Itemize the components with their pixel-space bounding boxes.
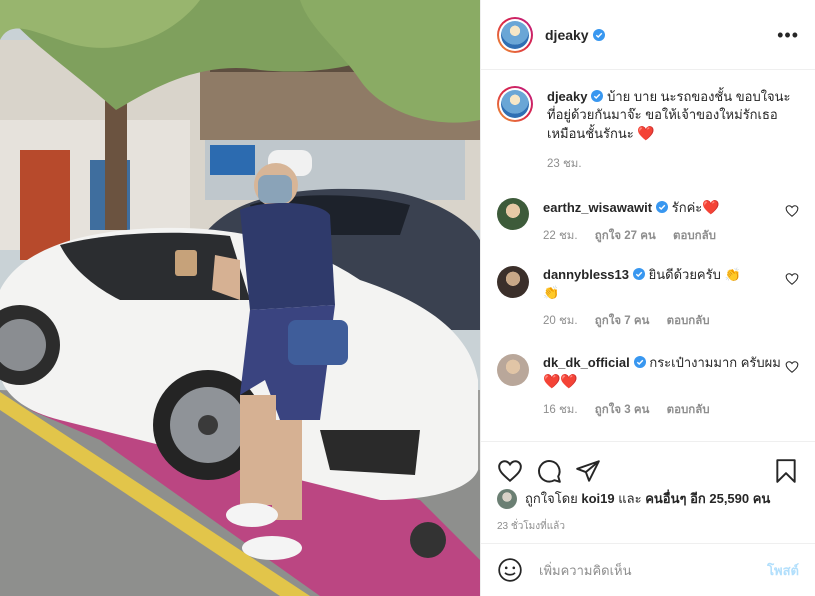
- add-comment-bar: เพิ่มความคิดเห็น โพสต์: [481, 543, 815, 596]
- verified-badge-icon: [656, 201, 669, 213]
- comment-text: กระเป๋างามมาก ครับผม: [649, 355, 781, 370]
- heart-icon[interactable]: [785, 360, 799, 374]
- commenter-avatar[interactable]: [497, 266, 529, 298]
- action-bar: [481, 441, 815, 489]
- author-avatar[interactable]: [497, 16, 533, 53]
- comment-emoji: 👏: [724, 267, 741, 282]
- caption: djeaky บ้าย บาย นะรถของชั้น ขอบใจนะที่อย…: [497, 86, 799, 173]
- post-timestamp[interactable]: 23 ชั่วโมงที่แล้ว: [497, 519, 565, 534]
- post-header: djeaky •••: [481, 0, 815, 70]
- post-comment-button[interactable]: โพสต์: [767, 560, 799, 581]
- share-icon[interactable]: [575, 458, 601, 484]
- reply-button[interactable]: ตอบกลับ: [673, 230, 716, 242]
- caption-emoji: ❤️: [637, 125, 655, 141]
- comment-time[interactable]: 16 ชม.: [543, 404, 578, 416]
- heart-icon[interactable]: [785, 272, 799, 286]
- comment-time[interactable]: 22 ชม.: [543, 230, 578, 242]
- bookmark-icon[interactable]: [773, 458, 799, 484]
- comment-text: ยินดีด้วยครับ: [648, 267, 721, 282]
- caption-avatar[interactable]: [497, 86, 533, 122]
- post-photo[interactable]: [0, 0, 480, 596]
- comment-item: earthz_wisawawit รักค่ะ❤️ 22 ชม. ถูกใจ 2…: [497, 198, 799, 245]
- caption-time[interactable]: 23 ชม.: [547, 158, 582, 170]
- comment-emoji: ❤️❤️: [543, 373, 578, 389]
- caption-username[interactable]: djeaky: [547, 89, 587, 104]
- commenter-username[interactable]: earthz_wisawawit: [543, 200, 652, 215]
- reply-button[interactable]: ตอบกลับ: [667, 315, 710, 327]
- verified-badge-icon: [592, 28, 605, 41]
- liked-by-others[interactable]: คนอื่นๆ อีก 25,590 คน: [645, 488, 770, 509]
- comment-likes[interactable]: ถูกใจ 27 คน: [595, 230, 656, 242]
- commenter-avatar[interactable]: [497, 354, 529, 386]
- post-side-panel: djeaky ••• djeaky บ้าย บาย นะรถของชั้น ข…: [480, 0, 815, 596]
- comment-likes[interactable]: ถูกใจ 3 คน: [595, 404, 650, 416]
- commenter-avatar[interactable]: [497, 198, 529, 230]
- liked-by-prefix: ถูกใจโดย: [525, 491, 578, 506]
- comment-likes[interactable]: ถูกใจ 7 คน: [595, 315, 650, 327]
- liked-by-user[interactable]: koi19: [581, 491, 614, 506]
- comment-time[interactable]: 20 ชม.: [543, 315, 578, 327]
- comment-icon[interactable]: [536, 458, 562, 484]
- add-comment-input[interactable]: เพิ่มความคิดเห็น: [539, 560, 632, 581]
- liker-avatar[interactable]: [497, 488, 517, 509]
- commenter-username[interactable]: dannybless13: [543, 267, 629, 282]
- verified-badge-icon: [633, 356, 646, 368]
- like-heart-icon[interactable]: [497, 458, 523, 484]
- comment-item: dannybless13 ยินดีด้วยครับ 👏 👏 20 ชม. ถู…: [497, 266, 799, 330]
- comment-emoji: ❤️: [702, 199, 720, 215]
- comment-emoji-2: 👏: [543, 285, 560, 300]
- more-options-icon[interactable]: •••: [777, 26, 799, 44]
- liked-by: ถูกใจโดย koi19 และ คนอื่นๆ อีก 25,590 คน: [497, 488, 799, 509]
- emoji-icon[interactable]: [497, 557, 523, 583]
- commenter-username[interactable]: dk_dk_official: [543, 355, 630, 370]
- comment-text: รักค่ะ: [671, 200, 703, 215]
- reply-button[interactable]: ตอบกลับ: [667, 404, 710, 416]
- heart-icon[interactable]: [785, 204, 799, 218]
- photo-illustration: [0, 0, 480, 596]
- author-username[interactable]: djeaky: [545, 27, 589, 43]
- verified-badge-icon: [591, 90, 604, 102]
- liked-by-and: และ: [618, 491, 642, 506]
- verified-badge-icon: [633, 268, 645, 280]
- comment-item: dk_dk_official กระเป๋างามมาก ครับผม ❤️❤️…: [497, 354, 799, 419]
